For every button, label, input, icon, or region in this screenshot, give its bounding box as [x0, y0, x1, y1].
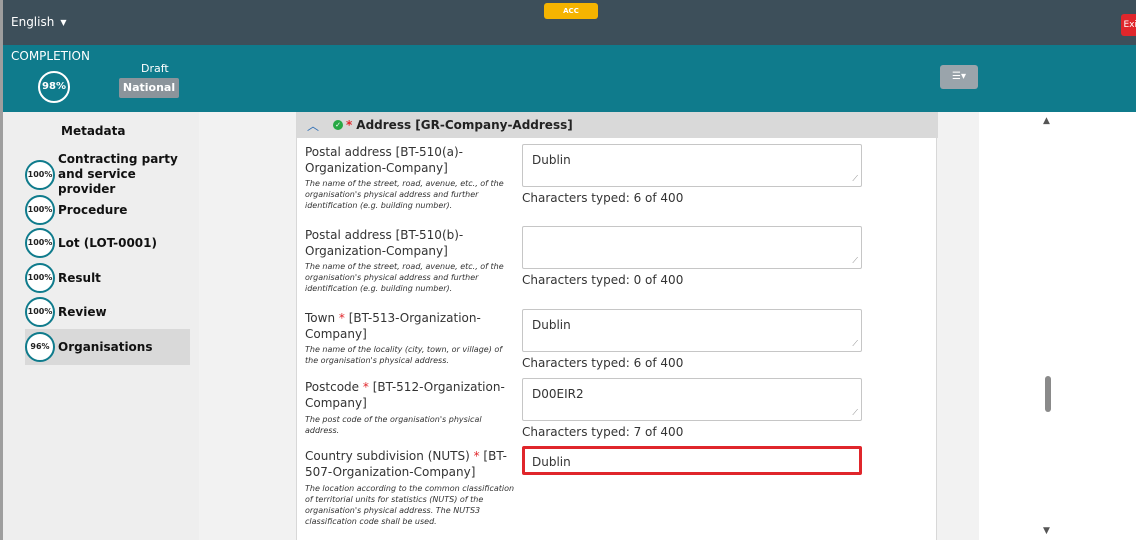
completion-percentage: 98%: [38, 71, 70, 103]
scrollbar-thumb[interactable]: [1045, 376, 1051, 412]
label-text: Country subdivision (NUTS): [305, 449, 470, 463]
top-bar: English ▼ ACC Exit: [3, 0, 1136, 45]
postal-address-a-description: The name of the street, road, avenue, et…: [305, 179, 504, 210]
sliders-icon: ☰▾: [952, 71, 966, 82]
sidebar-item-metadata[interactable]: Metadata: [61, 124, 125, 138]
required-asterisk: *: [473, 449, 480, 463]
scope-badge: National: [119, 78, 179, 98]
required-asterisk: *: [346, 118, 353, 132]
character-counter: Characters typed: 7 of 400: [522, 425, 684, 439]
draft-label: Draft: [141, 62, 169, 75]
resize-handle-icon[interactable]: ⟋: [852, 339, 858, 349]
nuts-description: The location according to the common cla…: [305, 484, 515, 526]
exit-button[interactable]: Exit: [1121, 14, 1136, 36]
sidebar-item-lot[interactable]: 100% Lot (LOT-0001): [25, 228, 157, 258]
input-value: D00EIR2: [532, 387, 584, 401]
town-description: The name of the locality (city, town, or…: [305, 345, 503, 365]
resize-handle-icon[interactable]: ⟋: [852, 408, 858, 418]
status-bar: COMPLETION 98% Draft National ☰▾: [3, 45, 1136, 112]
sidebar-item-label: Organisations: [58, 339, 153, 354]
label-text: Postcode: [305, 380, 360, 394]
sidebar-item-contracting-party[interactable]: 100% Contracting party and service provi…: [25, 152, 178, 197]
postcode-label: Postcode * [BT-512-Organization-Company]: [305, 379, 510, 411]
input-value: Dublin: [532, 455, 571, 469]
sidebar-item-label: Procedure: [58, 202, 128, 217]
scroll-area: ▲ ▼: [979, 112, 1136, 540]
required-asterisk: *: [338, 311, 345, 325]
filter-settings-button[interactable]: ☰▾: [940, 65, 978, 89]
progress-ring: 100%: [25, 159, 55, 190]
scroll-down-icon[interactable]: ▼: [1043, 526, 1050, 536]
nuts-input[interactable]: Dublin: [522, 446, 862, 475]
sidebar-item-label: Lot (LOT-0001): [58, 235, 157, 250]
sidebar-item-label: Review: [58, 304, 107, 319]
town-input[interactable]: Dublin ⟋: [522, 309, 862, 352]
main-content: ︿ ✓ * Address [GR-Company-Address] Posta…: [199, 112, 979, 540]
input-value: Dublin: [532, 318, 571, 332]
sidebar-item-organisations[interactable]: 96% Organisations: [25, 332, 152, 362]
sidebar-item-procedure[interactable]: 100% Procedure: [25, 195, 127, 225]
label-text: Town: [305, 311, 336, 325]
language-label: English: [11, 15, 55, 29]
required-asterisk: *: [362, 380, 369, 394]
postal-address-b-description: The name of the street, road, avenue, et…: [305, 262, 504, 293]
sidebar-item-label: Result: [58, 270, 101, 285]
check-circle-icon: ✓: [333, 120, 344, 130]
chevron-down-icon: ▼: [60, 18, 67, 27]
postal-address-a-input[interactable]: Dublin ⟋: [522, 144, 862, 187]
postal-address-a-label: Postal address [BT-510(a)-Organization-C…: [305, 145, 463, 175]
postal-address-b-input[interactable]: ⟋: [522, 226, 862, 269]
postcode-description: The post code of the organisation's phys…: [305, 415, 482, 435]
chevron-up-icon[interactable]: ︿: [307, 117, 319, 134]
address-panel: ︿ ✓ * Address [GR-Company-Address] Posta…: [296, 112, 938, 540]
input-value: Dublin: [532, 153, 571, 167]
character-counter: Characters typed: 6 of 400: [522, 191, 684, 205]
sidebar-item-label: Contracting party and service provider: [58, 152, 178, 196]
progress-ring: 100%: [25, 297, 55, 327]
panel-title: Address [GR-Company-Address]: [356, 118, 573, 132]
town-label: Town * [BT-513-Organization-Company]: [305, 310, 510, 342]
sidebar: Metadata 100% Contracting party and serv…: [3, 112, 199, 540]
progress-ring: 96%: [25, 332, 55, 362]
progress-ring: 100%: [25, 195, 55, 225]
character-counter: Characters typed: 6 of 400: [522, 356, 684, 370]
panel-header[interactable]: ︿ ✓ * Address [GR-Company-Address]: [297, 112, 938, 138]
progress-ring: 100%: [25, 263, 55, 293]
scroll-up-icon[interactable]: ▲: [1043, 116, 1050, 126]
sidebar-item-review[interactable]: 100% Review: [25, 297, 107, 327]
resize-handle-icon[interactable]: ⟋: [852, 174, 858, 184]
environment-badge: ACC: [544, 3, 598, 19]
postal-address-b-label: Postal address [BT-510(b)-Organization-C…: [305, 228, 464, 258]
progress-ring: 100%: [25, 228, 55, 258]
completion-label: COMPLETION: [11, 49, 90, 63]
resize-handle-icon[interactable]: ⟋: [852, 256, 858, 266]
app-window: English ▼ ACC Exit COMPLETION 98% Draft N…: [0, 0, 1136, 540]
character-counter: Characters typed: 0 of 400: [522, 273, 684, 287]
language-selector[interactable]: English ▼: [11, 15, 67, 29]
sidebar-item-result[interactable]: 100% Result: [25, 263, 101, 293]
postcode-input[interactable]: D00EIR2 ⟋: [522, 378, 862, 421]
nuts-label: Country subdivision (NUTS) * [BT-507-Org…: [305, 448, 510, 480]
